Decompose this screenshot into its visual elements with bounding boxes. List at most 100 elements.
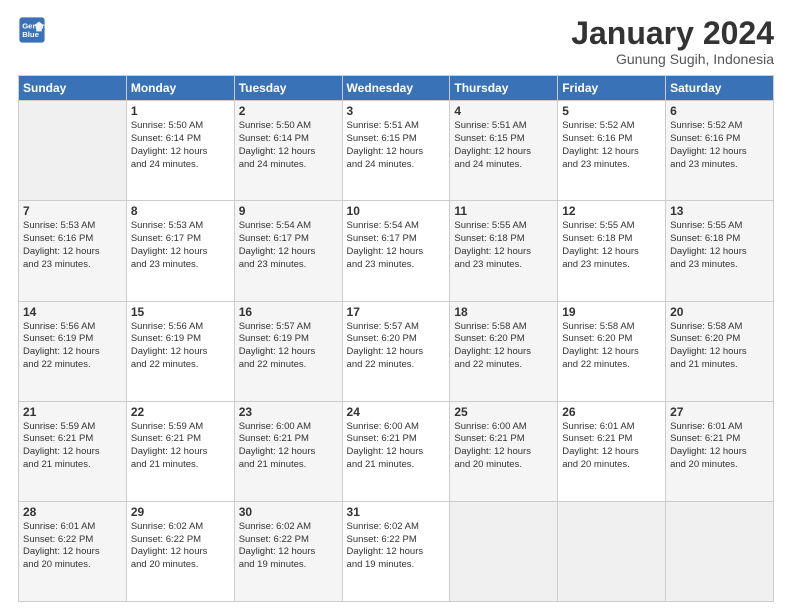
day-info: Sunrise: 5:59 AM Sunset: 6:21 PM Dayligh…: [23, 421, 122, 472]
day-info: Sunrise: 6:01 AM Sunset: 6:21 PM Dayligh…: [562, 421, 661, 472]
day-number: 28: [23, 505, 122, 519]
day-number: 4: [454, 104, 553, 118]
day-info: Sunrise: 6:00 AM Sunset: 6:21 PM Dayligh…: [239, 421, 338, 472]
calendar-cell: 10 Sunrise: 5:54 AM Sunset: 6:17 PM Dayli…: [342, 201, 450, 301]
day-number: 19: [562, 305, 661, 319]
day-number: 12: [562, 204, 661, 218]
header: General Blue January 2024 Gunung Sugih, …: [18, 16, 774, 67]
day-number: 6: [670, 104, 769, 118]
day-info: Sunrise: 5:50 AM Sunset: 6:14 PM Dayligh…: [131, 120, 230, 171]
calendar-cell: 4 Sunrise: 5:51 AM Sunset: 6:15 PM Daylig…: [450, 101, 558, 201]
calendar-cell: 8 Sunrise: 5:53 AM Sunset: 6:17 PM Daylig…: [126, 201, 234, 301]
calendar-cell: 6 Sunrise: 5:52 AM Sunset: 6:16 PM Daylig…: [666, 101, 774, 201]
day-info: Sunrise: 5:57 AM Sunset: 6:20 PM Dayligh…: [347, 321, 446, 372]
calendar-table: SundayMondayTuesdayWednesdayThursdayFrid…: [18, 75, 774, 602]
calendar-cell: 15 Sunrise: 5:56 AM Sunset: 6:19 PM Dayli…: [126, 301, 234, 401]
day-number: 15: [131, 305, 230, 319]
day-info: Sunrise: 5:52 AM Sunset: 6:16 PM Dayligh…: [670, 120, 769, 171]
calendar-row: 7 Sunrise: 5:53 AM Sunset: 6:16 PM Daylig…: [19, 201, 774, 301]
day-info: Sunrise: 5:54 AM Sunset: 6:17 PM Dayligh…: [347, 220, 446, 271]
day-info: Sunrise: 5:57 AM Sunset: 6:19 PM Dayligh…: [239, 321, 338, 372]
day-number: 20: [670, 305, 769, 319]
day-number: 27: [670, 405, 769, 419]
weekday-header-cell: Wednesday: [342, 76, 450, 101]
calendar-cell: 27 Sunrise: 6:01 AM Sunset: 6:21 PM Dayli…: [666, 401, 774, 501]
day-number: 23: [239, 405, 338, 419]
day-info: Sunrise: 6:00 AM Sunset: 6:21 PM Dayligh…: [347, 421, 446, 472]
calendar-cell: 9 Sunrise: 5:54 AM Sunset: 6:17 PM Daylig…: [234, 201, 342, 301]
day-info: Sunrise: 5:58 AM Sunset: 6:20 PM Dayligh…: [562, 321, 661, 372]
calendar-row: 1 Sunrise: 5:50 AM Sunset: 6:14 PM Daylig…: [19, 101, 774, 201]
svg-text:General: General: [22, 22, 46, 31]
title-block: January 2024 Gunung Sugih, Indonesia: [571, 16, 774, 67]
day-info: Sunrise: 5:55 AM Sunset: 6:18 PM Dayligh…: [454, 220, 553, 271]
day-info: Sunrise: 5:56 AM Sunset: 6:19 PM Dayligh…: [131, 321, 230, 372]
day-number: 3: [347, 104, 446, 118]
day-number: 7: [23, 204, 122, 218]
day-number: 21: [23, 405, 122, 419]
day-info: Sunrise: 6:00 AM Sunset: 6:21 PM Dayligh…: [454, 421, 553, 472]
day-info: Sunrise: 5:54 AM Sunset: 6:17 PM Dayligh…: [239, 220, 338, 271]
day-info: Sunrise: 5:52 AM Sunset: 6:16 PM Dayligh…: [562, 120, 661, 171]
calendar-row: 28 Sunrise: 6:01 AM Sunset: 6:22 PM Dayli…: [19, 501, 774, 601]
day-number: 13: [670, 204, 769, 218]
calendar-cell: 30Sunrise: 6:02 AM Sunset: 6:22 PM Dayli…: [234, 501, 342, 601]
day-number: 22: [131, 405, 230, 419]
day-number: 17: [347, 305, 446, 319]
day-number: 26: [562, 405, 661, 419]
logo: General Blue: [18, 16, 46, 44]
weekday-header-cell: Thursday: [450, 76, 558, 101]
day-info: Sunrise: 5:51 AM Sunset: 6:15 PM Dayligh…: [347, 120, 446, 171]
calendar-cell: 11 Sunrise: 5:55 AM Sunset: 6:18 PM Dayli…: [450, 201, 558, 301]
day-number: 11: [454, 204, 553, 218]
calendar-row: 21 Sunrise: 5:59 AM Sunset: 6:21 PM Dayli…: [19, 401, 774, 501]
calendar-cell: 13 Sunrise: 5:55 AM Sunset: 6:18 PM Dayli…: [666, 201, 774, 301]
day-number: 30: [239, 505, 338, 519]
calendar-body: 1 Sunrise: 5:50 AM Sunset: 6:14 PM Daylig…: [19, 101, 774, 602]
day-info: Sunrise: 5:56 AM Sunset: 6:19 PM Dayligh…: [23, 321, 122, 372]
weekday-header-cell: Sunday: [19, 76, 127, 101]
day-number: 5: [562, 104, 661, 118]
calendar-cell: 24 Sunrise: 6:00 AM Sunset: 6:21 PM Dayli…: [342, 401, 450, 501]
calendar-cell: 31Sunrise: 6:02 AM Sunset: 6:22 PM Dayli…: [342, 501, 450, 601]
day-info: Sunrise: 6:02 AM Sunset: 6:22 PM Dayligh…: [347, 521, 446, 572]
day-number: 24: [347, 405, 446, 419]
weekday-header-cell: Monday: [126, 76, 234, 101]
calendar-cell: 5 Sunrise: 5:52 AM Sunset: 6:16 PM Daylig…: [558, 101, 666, 201]
calendar-cell: 19 Sunrise: 5:58 AM Sunset: 6:20 PM Dayli…: [558, 301, 666, 401]
day-info: Sunrise: 6:01 AM Sunset: 6:22 PM Dayligh…: [23, 521, 122, 572]
day-info: Sunrise: 5:51 AM Sunset: 6:15 PM Dayligh…: [454, 120, 553, 171]
calendar-cell: 14 Sunrise: 5:56 AM Sunset: 6:19 PM Dayli…: [19, 301, 127, 401]
calendar-cell: 12 Sunrise: 5:55 AM Sunset: 6:18 PM Dayli…: [558, 201, 666, 301]
day-number: 8: [131, 204, 230, 218]
day-info: Sunrise: 5:53 AM Sunset: 6:16 PM Dayligh…: [23, 220, 122, 271]
calendar-cell: 3 Sunrise: 5:51 AM Sunset: 6:15 PM Daylig…: [342, 101, 450, 201]
calendar-cell: 29Sunrise: 6:02 AM Sunset: 6:22 PM Dayli…: [126, 501, 234, 601]
calendar-cell: 18Sunrise: 5:58 AM Sunset: 6:20 PM Dayli…: [450, 301, 558, 401]
calendar-cell: 28 Sunrise: 6:01 AM Sunset: 6:22 PM Dayli…: [19, 501, 127, 601]
calendar-cell: 17 Sunrise: 5:57 AM Sunset: 6:20 PM Dayli…: [342, 301, 450, 401]
weekday-header-cell: Tuesday: [234, 76, 342, 101]
calendar-cell: [450, 501, 558, 601]
day-number: 25: [454, 405, 553, 419]
day-number: 9: [239, 204, 338, 218]
calendar-cell: 16Sunrise: 5:57 AM Sunset: 6:19 PM Dayli…: [234, 301, 342, 401]
day-info: Sunrise: 6:01 AM Sunset: 6:21 PM Dayligh…: [670, 421, 769, 472]
day-info: Sunrise: 5:55 AM Sunset: 6:18 PM Dayligh…: [562, 220, 661, 271]
calendar-cell: [19, 101, 127, 201]
day-info: Sunrise: 5:55 AM Sunset: 6:18 PM Dayligh…: [670, 220, 769, 271]
calendar-cell: [558, 501, 666, 601]
subtitle: Gunung Sugih, Indonesia: [571, 51, 774, 67]
day-number: 1: [131, 104, 230, 118]
main-title: January 2024: [571, 16, 774, 51]
day-number: 14: [23, 305, 122, 319]
calendar-cell: 25 Sunrise: 6:00 AM Sunset: 6:21 PM Dayli…: [450, 401, 558, 501]
calendar-cell: 7 Sunrise: 5:53 AM Sunset: 6:16 PM Daylig…: [19, 201, 127, 301]
day-info: Sunrise: 6:02 AM Sunset: 6:22 PM Dayligh…: [131, 521, 230, 572]
day-info: Sunrise: 5:58 AM Sunset: 6:20 PM Dayligh…: [670, 321, 769, 372]
calendar-cell: 1 Sunrise: 5:50 AM Sunset: 6:14 PM Daylig…: [126, 101, 234, 201]
logo-icon: General Blue: [18, 16, 46, 44]
day-number: 18: [454, 305, 553, 319]
day-info: Sunrise: 5:53 AM Sunset: 6:17 PM Dayligh…: [131, 220, 230, 271]
day-number: 10: [347, 204, 446, 218]
